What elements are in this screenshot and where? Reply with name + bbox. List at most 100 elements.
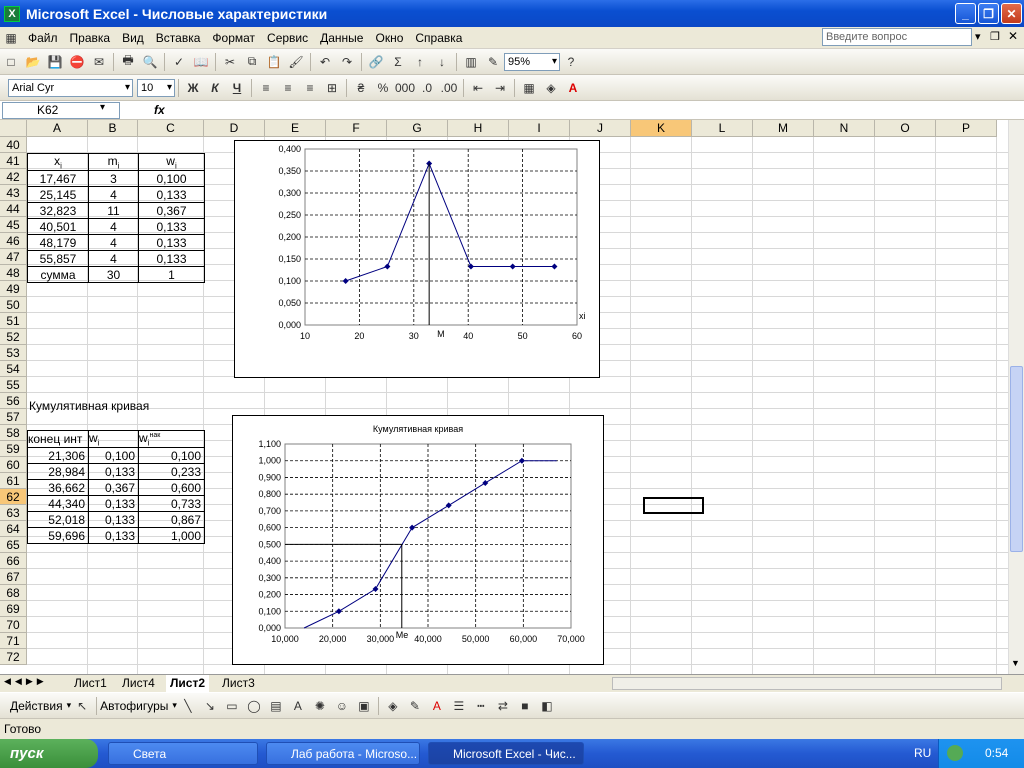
arrow-icon[interactable]: ↘ xyxy=(202,698,218,714)
row-header-54[interactable]: 54 xyxy=(0,361,27,377)
frequency-polygon-chart[interactable]: 0,000 0,050 0,100 0,150 0,200 0,250 0,300 0,350… xyxy=(234,140,600,378)
close-button[interactable]: ✕ xyxy=(1001,3,1022,24)
tab-sheet4[interactable]: Лист4 xyxy=(118,675,159,692)
column-header-f[interactable]: F xyxy=(326,120,387,137)
table2-cell[interactable]: 0,367 xyxy=(88,479,139,497)
column-header-o[interactable]: O xyxy=(875,120,936,137)
select-objects-icon[interactable]: ↖ xyxy=(74,698,90,714)
row-header-50[interactable]: 50 xyxy=(0,297,27,313)
table2-cell[interactable]: 44,340 xyxy=(27,495,89,513)
row-header-60[interactable]: 60 xyxy=(0,457,27,473)
header-m[interactable]: mi xyxy=(88,152,139,172)
scroll-down-icon[interactable]: ▼ xyxy=(1011,658,1020,668)
open-icon[interactable]: 📂 xyxy=(25,54,41,70)
row-header-52[interactable]: 52 xyxy=(0,329,27,345)
decrease-indent-icon[interactable]: ⇤ xyxy=(470,80,486,96)
row-header-62[interactable]: 62 xyxy=(0,489,27,505)
table1-cell[interactable]: 55,857 xyxy=(27,250,89,268)
ask-question-input[interactable]: Введите вопрос xyxy=(822,28,972,46)
3d-icon[interactable]: ◧ xyxy=(539,698,555,714)
table2-cell[interactable]: 1,000 xyxy=(138,527,205,545)
row-header-65[interactable]: 65 xyxy=(0,537,27,553)
borders-icon[interactable]: ▦ xyxy=(521,80,537,96)
currency-icon[interactable]: ₴ xyxy=(353,80,369,96)
tray-app-icon[interactable] xyxy=(947,745,963,761)
print-preview-icon[interactable]: 🔍 xyxy=(142,54,158,70)
table1-cell[interactable]: 0,100 xyxy=(138,170,205,188)
table2-cell[interactable]: 28,984 xyxy=(27,463,89,481)
sort-desc-icon[interactable]: ↓ xyxy=(434,54,450,70)
row-header-53[interactable]: 53 xyxy=(0,345,27,361)
column-header-i[interactable]: I xyxy=(509,120,570,137)
header-wi[interactable]: wi xyxy=(88,429,139,449)
row-header-46[interactable]: 46 xyxy=(0,233,27,249)
decrease-decimal-icon[interactable]: .00 xyxy=(441,80,458,96)
increase-decimal-icon[interactable]: .0 xyxy=(419,80,435,96)
email-icon[interactable]: ✉ xyxy=(91,54,107,70)
column-header-e[interactable]: E xyxy=(265,120,326,137)
italic-button[interactable]: К xyxy=(207,80,223,96)
chart-wizard-icon[interactable]: ▥ xyxy=(463,54,479,70)
help-icon[interactable]: ? xyxy=(563,54,579,70)
table1-cell[interactable]: 17,467 xyxy=(27,170,89,188)
menu-edit[interactable]: Правка xyxy=(64,31,117,45)
table1-cell[interactable]: 11 xyxy=(88,202,139,220)
row-header-61[interactable]: 61 xyxy=(0,473,27,489)
table1-cell[interactable]: 0,133 xyxy=(138,218,205,236)
row-header-72[interactable]: 72 xyxy=(0,649,27,665)
table1-cell[interactable]: 1 xyxy=(138,266,205,284)
new-icon[interactable]: □ xyxy=(3,54,19,70)
fill-icon[interactable]: ◈ xyxy=(385,698,401,714)
print-icon[interactable]: 🖶 xyxy=(120,53,136,70)
row-header-68[interactable]: 68 xyxy=(0,585,27,601)
table1-cell[interactable]: 25,145 xyxy=(27,186,89,204)
row-header-44[interactable]: 44 xyxy=(0,201,27,217)
column-header-g[interactable]: G xyxy=(387,120,448,137)
row-header-47[interactable]: 47 xyxy=(0,249,27,265)
align-center-icon[interactable]: ≡ xyxy=(280,80,296,96)
tab-sheet1[interactable]: Лист1 xyxy=(70,675,111,692)
table1-cell[interactable]: 0,133 xyxy=(138,234,205,252)
column-header-h[interactable]: H xyxy=(448,120,509,137)
line-color-icon[interactable]: ✎ xyxy=(407,698,423,714)
textbox-icon[interactable]: ▤ xyxy=(268,698,284,714)
table2-cell[interactable]: 0,867 xyxy=(138,511,205,529)
column-header-k[interactable]: K xyxy=(631,120,692,137)
line-icon[interactable]: ╲ xyxy=(180,698,196,714)
paste-icon[interactable]: 📋 xyxy=(266,54,282,70)
row-header-40[interactable]: 40 xyxy=(0,137,27,153)
column-header-b[interactable]: B xyxy=(88,120,138,137)
fx-icon[interactable]: fx xyxy=(154,103,165,117)
menu-view[interactable]: Вид xyxy=(116,31,150,45)
spelling-icon[interactable]: ✓ xyxy=(171,54,187,70)
increase-indent-icon[interactable]: ⇥ xyxy=(492,80,508,96)
permission-icon[interactable]: ⛔ xyxy=(69,54,85,70)
row-header-64[interactable]: 64 xyxy=(0,521,27,537)
column-header-c[interactable]: C xyxy=(138,120,204,137)
sort-asc-icon[interactable]: ↑ xyxy=(412,54,428,70)
picture-icon[interactable]: ▣ xyxy=(356,698,372,714)
task-excel[interactable]: Microsoft Excel - Чис... xyxy=(428,742,584,765)
table2-cell[interactable]: 52,018 xyxy=(27,511,89,529)
thousands-icon[interactable]: 000 xyxy=(395,80,415,96)
row-header-42[interactable]: 42 xyxy=(0,169,27,185)
menu-insert[interactable]: Вставка xyxy=(150,31,207,45)
horizontal-scrollbar[interactable] xyxy=(612,677,1002,690)
table2-cell[interactable]: 21,306 xyxy=(27,447,89,465)
diagram-icon[interactable]: ✺ xyxy=(312,698,328,714)
format-painter-icon[interactable]: 🖌 xyxy=(288,54,304,70)
task-word[interactable]: Лаб работа - Microso... xyxy=(266,742,420,765)
language-indicator[interactable]: RU xyxy=(914,746,931,760)
header-wi-cum[interactable]: wiнак xyxy=(138,429,205,449)
table2-cell[interactable]: 0,100 xyxy=(138,447,205,465)
column-header-d[interactable]: D xyxy=(204,120,265,137)
worksheet-grid[interactable]: ABCDEFGHIJKLMNOP 40 41 42 43 44 45 46 47 48 49 50 5… xyxy=(0,120,1008,674)
tab-nav-icon[interactable]: ◀◀▶▶ xyxy=(4,676,48,687)
research-icon[interactable]: 📖 xyxy=(193,54,209,70)
table1-cell[interactable]: 4 xyxy=(88,218,139,236)
table1-cell[interactable]: 4 xyxy=(88,186,139,204)
row-header-49[interactable]: 49 xyxy=(0,281,27,297)
menu-data[interactable]: Данные xyxy=(314,31,369,45)
bold-button[interactable]: Ж xyxy=(185,80,201,96)
arrow-style-icon[interactable]: ⇄ xyxy=(495,698,511,714)
